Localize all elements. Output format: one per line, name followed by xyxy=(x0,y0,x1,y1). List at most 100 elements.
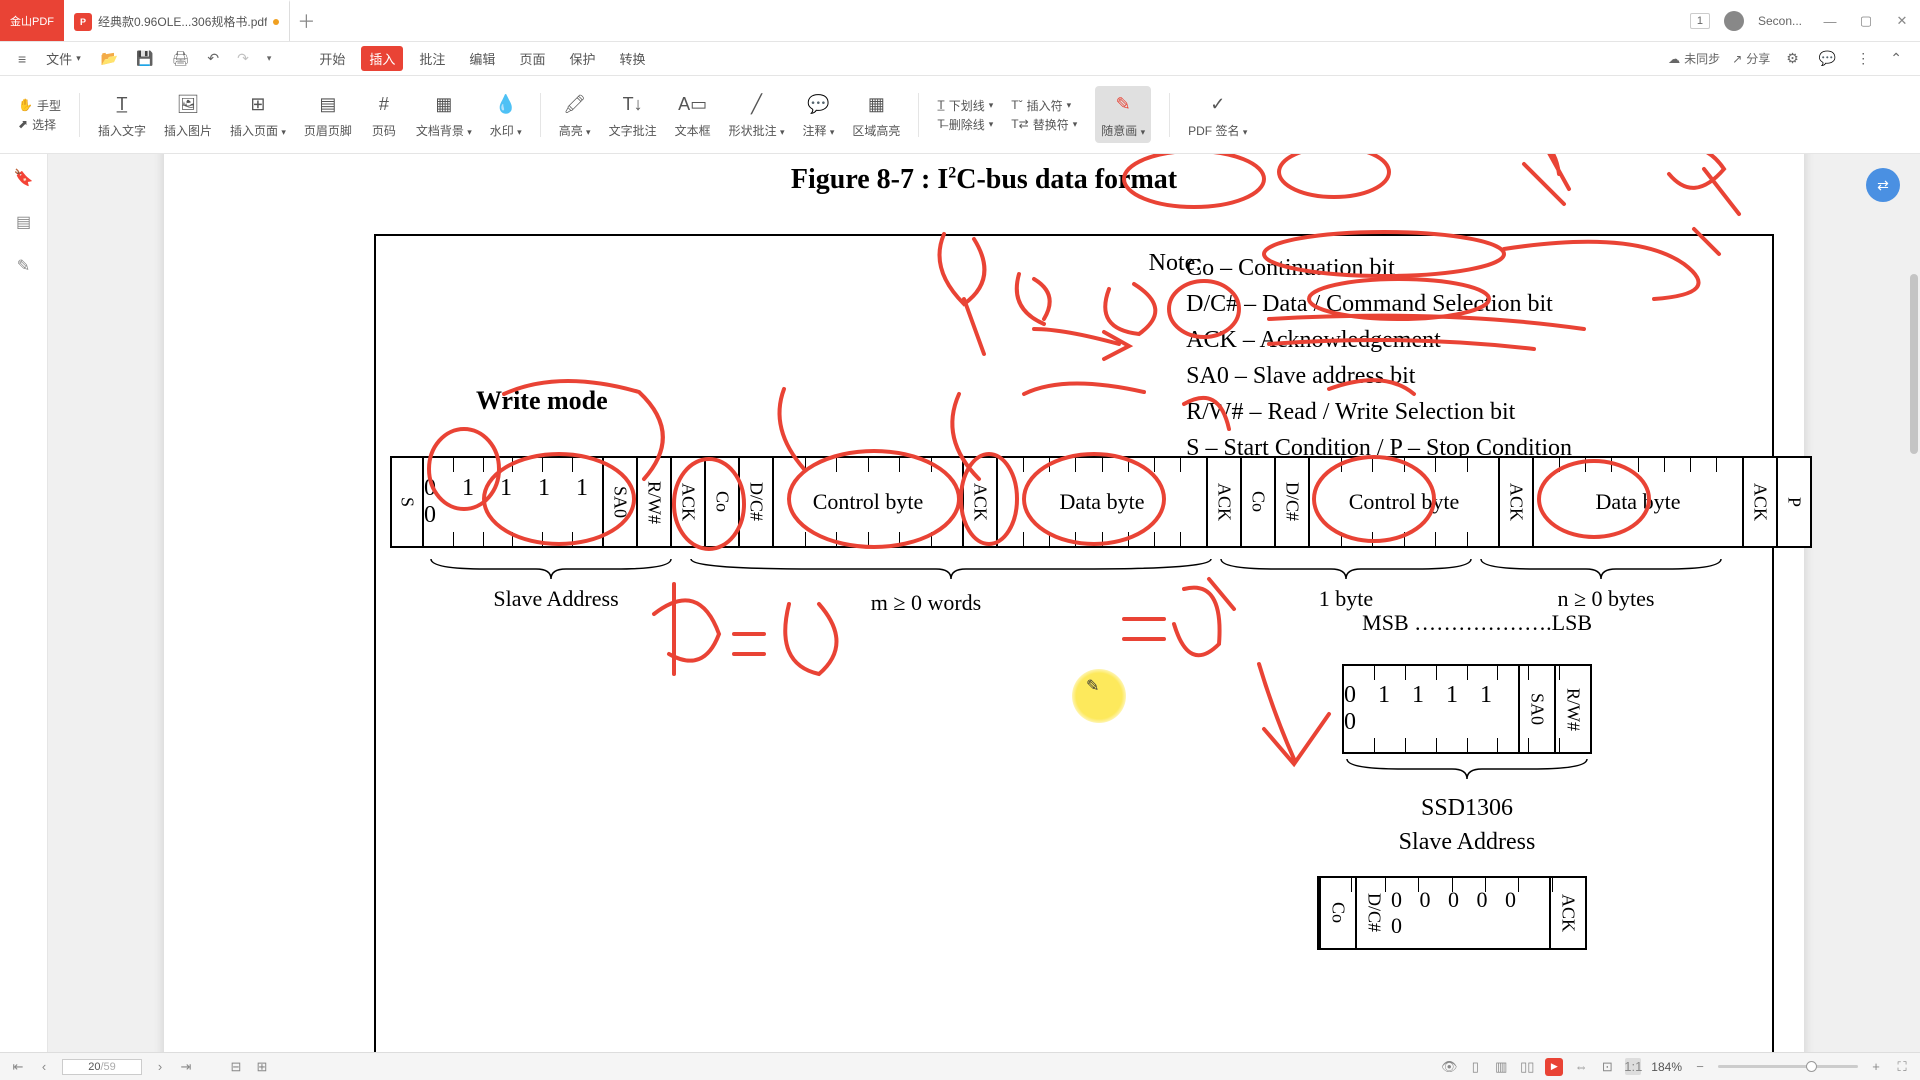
cell-start: S xyxy=(390,456,424,548)
select-tool[interactable]: ⬈选择 xyxy=(18,116,61,133)
brace-one-byte: 1 byte xyxy=(1276,586,1416,612)
annotation-panel-icon[interactable]: ✎ xyxy=(12,254,36,278)
header-footer-button[interactable]: ▤页眉页脚 xyxy=(304,90,352,139)
convert-float-button[interactable]: ⇄ xyxy=(1866,168,1900,202)
slideshow-button[interactable]: ▶ xyxy=(1545,1058,1563,1076)
command-byte-row: Co D/C# 0 0 0 0 0 0 ACK xyxy=(1317,876,1587,950)
thumbnail-panel-icon[interactable]: ▤ xyxy=(12,210,36,234)
menu-convert[interactable]: 转换 xyxy=(611,46,653,71)
view-double-icon[interactable]: ▯▯ xyxy=(1519,1059,1535,1075)
fit-width-icon[interactable]: ⇔ xyxy=(1573,1059,1589,1074)
pdf-page-content[interactable]: Figure 8-7 : I2C-bus data format Note: C… xyxy=(164,154,1804,1052)
background-icon: ▦ xyxy=(430,90,458,118)
hamburger-icon[interactable]: ≡ xyxy=(14,48,30,70)
page-expand-icon[interactable]: ⊟ xyxy=(228,1059,244,1075)
insert-text-button[interactable]: T̲插入文字 xyxy=(98,90,146,139)
strikethrough-button[interactable]: T̶删除线 ▾ xyxy=(937,116,993,133)
open-folder-icon[interactable]: 📂 xyxy=(97,47,122,70)
new-tab-button[interactable]: ＋ xyxy=(290,0,322,41)
redo-icon[interactable]: ↷ xyxy=(233,47,253,70)
area-icon: ▦ xyxy=(862,90,890,118)
unsaved-indicator-icon xyxy=(273,19,279,25)
document-tab[interactable]: P 经典款0.96OLE...306规格书.pdf xyxy=(64,0,290,41)
cell-data-byte-2: Data byte xyxy=(1534,456,1744,548)
figure-title: Figure 8-7 : I2C-bus data format xyxy=(164,164,1804,196)
first-page-button[interactable]: ⇤ xyxy=(10,1059,26,1075)
fit-page-icon[interactable]: ⊡ xyxy=(1599,1059,1615,1075)
cell-control-byte-2: Control byte xyxy=(1310,456,1500,548)
menu-page[interactable]: 页面 xyxy=(511,46,553,71)
cell-co-1: Co xyxy=(706,456,740,548)
freehand-button[interactable]: ✎随意画 ▾ xyxy=(1095,86,1151,143)
watermark-button[interactable]: 💧水印 ▾ xyxy=(490,90,522,139)
notes-list: Co – Continuation bit D/C# – Data / Comm… xyxy=(1186,250,1572,466)
view-continuous-icon[interactable]: ▥ xyxy=(1493,1059,1509,1075)
more-icon[interactable]: ⋮ xyxy=(1852,47,1874,70)
settings-icon[interactable]: ⚙ xyxy=(1782,47,1803,70)
minimize-button[interactable]: — xyxy=(1812,0,1848,42)
vertical-scrollbar[interactable] xyxy=(1908,154,1918,1052)
tab-title: 经典款0.96OLE...306规格书.pdf xyxy=(98,13,267,30)
prev-page-button[interactable]: ‹ xyxy=(36,1059,52,1074)
insert-char-button[interactable]: Tˇ插入符 ▾ xyxy=(1011,97,1077,114)
page-number-input[interactable]: 20/59 xyxy=(62,1059,142,1075)
ssd-label-2: Slave Address xyxy=(1342,826,1592,860)
strike-icon: T̶ xyxy=(937,117,944,131)
user-avatar-icon[interactable] xyxy=(1724,11,1744,31)
eye-mode-icon[interactable]: 👁 xyxy=(1441,1059,1457,1075)
insert-page-button[interactable]: ⊞插入页面 ▾ xyxy=(230,90,286,139)
user-label[interactable]: Secon... xyxy=(1758,14,1802,28)
insert-image-button[interactable]: 🖼插入图片 xyxy=(164,90,212,139)
area-highlight-button[interactable]: ▦区域高亮 xyxy=(852,90,900,139)
close-button[interactable]: ✕ xyxy=(1884,0,1920,42)
print-icon[interactable]: 🖨 xyxy=(168,47,194,70)
window-count-badge[interactable]: 1 xyxy=(1690,13,1710,29)
collapse-ribbon-icon[interactable]: ⌃ xyxy=(1886,47,1906,70)
zoom-slider[interactable] xyxy=(1718,1065,1858,1068)
save-icon[interactable]: 💾 xyxy=(132,47,157,70)
undo-icon[interactable]: ↶ xyxy=(203,47,223,70)
underline-button[interactable]: T̲下划线 ▾ xyxy=(937,97,993,114)
menu-protect[interactable]: 保护 xyxy=(561,46,603,71)
cell-co-2: Co xyxy=(1242,456,1276,548)
cell-ack-5: ACK xyxy=(1744,456,1778,548)
textbox-button[interactable]: A▭文本框 xyxy=(675,90,711,139)
doc-bg-button[interactable]: ▦文档背景 ▾ xyxy=(416,90,472,139)
watermark-icon: 💧 xyxy=(492,90,520,118)
highlight-button[interactable]: 🖍高亮 ▾ xyxy=(559,90,591,139)
zoom-in-button[interactable]: + xyxy=(1868,1059,1884,1074)
note-button[interactable]: 💬注释 ▾ xyxy=(803,90,835,139)
fullscreen-icon[interactable]: ⛶ xyxy=(1894,1059,1910,1075)
cell-ack-4: ACK xyxy=(1500,456,1534,548)
menu-insert[interactable]: 插入 xyxy=(361,46,403,71)
quick-access-dropdown-icon[interactable]: ▾ xyxy=(263,50,276,67)
page-number-button[interactable]: #页码 xyxy=(370,90,398,139)
menu-annotate[interactable]: 批注 xyxy=(411,46,453,71)
next-page-button[interactable]: › xyxy=(152,1059,168,1074)
shape-annotation-button[interactable]: ╱形状批注 ▾ xyxy=(729,90,785,139)
cell-rw: R/W# xyxy=(638,456,672,548)
last-page-button[interactable]: ⇥ xyxy=(178,1059,194,1075)
view-single-icon[interactable]: ▯ xyxy=(1467,1059,1483,1075)
cell-ack-1: ACK xyxy=(672,456,706,548)
cloud-icon: ☁ xyxy=(1668,52,1680,66)
pdf-file-icon: P xyxy=(74,13,92,31)
text-annotation-button[interactable]: T↓文字批注 xyxy=(609,90,657,139)
page-collapse-icon[interactable]: ⊞ xyxy=(254,1059,270,1075)
pen-icon: ✎ xyxy=(1109,90,1137,118)
menu-edit[interactable]: 编辑 xyxy=(461,46,503,71)
menu-start[interactable]: 开始 xyxy=(311,46,353,71)
sync-status[interactable]: ☁未同步 xyxy=(1668,50,1720,67)
share-button[interactable]: ↗分享 xyxy=(1732,50,1770,67)
share-icon: ↗ xyxy=(1732,52,1742,66)
replace-char-button[interactable]: T⇄替换符 ▾ xyxy=(1011,116,1077,133)
pdf-sign-button[interactable]: ✓PDF 签名 ▾ xyxy=(1188,90,1247,139)
hand-tool[interactable]: ✋手型 xyxy=(18,97,61,114)
feedback-icon[interactable]: 💬 xyxy=(1815,47,1840,70)
maximize-button[interactable]: ▢ xyxy=(1848,0,1884,42)
zoom-out-button[interactable]: − xyxy=(1692,1059,1708,1074)
file-menu[interactable]: 文件▾ xyxy=(40,46,87,71)
actual-size-icon[interactable]: 1:1 xyxy=(1625,1058,1641,1075)
bookmark-panel-icon[interactable]: 🔖 xyxy=(12,166,36,190)
convert-icon: ⇄ xyxy=(1877,177,1889,194)
